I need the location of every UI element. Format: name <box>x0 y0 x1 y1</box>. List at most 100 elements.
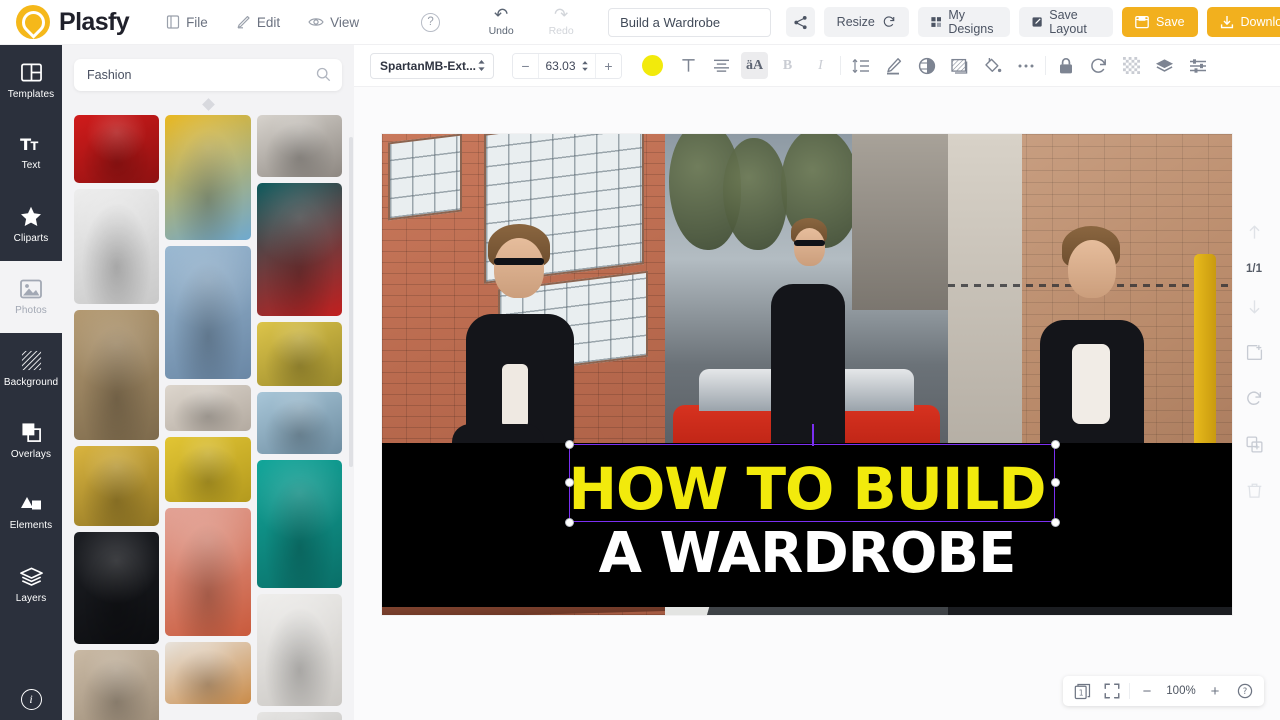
my-designs-button[interactable]: My Designs <box>918 7 1010 37</box>
panel-drag-handle-icon[interactable] <box>202 98 215 111</box>
case-button[interactable]: äA <box>741 52 768 79</box>
more-button[interactable] <box>1012 52 1039 79</box>
sidebar-item-text[interactable]: T T Text <box>0 117 62 189</box>
photo-thumbnail[interactable] <box>165 508 250 636</box>
zoom-in-button[interactable]: + <box>1202 678 1228 704</box>
thumbnail-overlay <box>165 385 250 431</box>
help-icon[interactable]: ? <box>421 13 440 32</box>
photo-thumbnail[interactable] <box>165 437 250 502</box>
photo-thumbnail[interactable] <box>165 385 250 431</box>
fill-button[interactable] <box>979 52 1006 79</box>
reset-button[interactable] <box>1239 383 1269 413</box>
share-button[interactable] <box>786 7 815 37</box>
menu-view[interactable]: View <box>308 15 359 30</box>
move-page-down-button[interactable] <box>1239 291 1269 321</box>
photo-thumbnail[interactable] <box>257 392 342 454</box>
canvas-stage[interactable]: HOW TO BUILD A WARDROBE <box>354 87 1280 720</box>
font-size-increase[interactable]: + <box>596 53 621 79</box>
photo-thumbnail[interactable] <box>257 594 342 706</box>
photo-thumbnail[interactable] <box>257 460 342 588</box>
page-selector-button[interactable]: 1 <box>1069 678 1095 704</box>
font-family-select[interactable]: SpartanMB-Ext... <box>370 53 494 79</box>
photo-thumbnail[interactable] <box>74 650 159 720</box>
font-style-button[interactable] <box>675 52 702 79</box>
text-color-swatch[interactable] <box>642 55 663 76</box>
selection-handle-tl[interactable] <box>565 440 574 449</box>
layer-button[interactable] <box>1151 52 1178 79</box>
selection-handle-bl[interactable] <box>565 518 574 527</box>
photo-thumbnail[interactable] <box>74 310 159 440</box>
menu-file[interactable]: File <box>166 15 208 30</box>
save-layout-label: Save Layout <box>1049 8 1100 36</box>
refresh-icon <box>1246 390 1263 407</box>
menu-edit[interactable]: Edit <box>236 15 280 30</box>
artboard[interactable]: HOW TO BUILD A WARDROBE <box>382 134 1232 615</box>
selection-handle-tr[interactable] <box>1051 440 1060 449</box>
align-center-icon <box>713 58 730 73</box>
transparency-button[interactable] <box>1118 52 1145 79</box>
move-page-up-button[interactable] <box>1239 217 1269 247</box>
photo-thumbnail[interactable] <box>257 322 342 386</box>
sidebar-item-cliparts[interactable]: Cliparts <box>0 189 62 261</box>
font-size-decrease[interactable]: − <box>513 53 538 79</box>
redo-button[interactable]: ↷ Redo <box>540 7 582 37</box>
photo-thumbnail[interactable] <box>74 189 159 304</box>
photo-thumbnail[interactable] <box>257 712 342 720</box>
text-options-toolbar: SpartanMB-Ext... − 63.03 + <box>354 45 1280 87</box>
selection-handle-br[interactable] <box>1051 518 1060 527</box>
model-sunglasses <box>794 240 825 246</box>
photo-thumbnail[interactable] <box>257 115 342 177</box>
brand-logo[interactable]: Plasfy <box>16 5 129 39</box>
zoom-out-button[interactable]: − <box>1134 678 1160 704</box>
sidebar-item-photos[interactable]: Photos <box>0 261 62 333</box>
save-button[interactable]: Save <box>1122 7 1198 37</box>
fit-screen-button[interactable] <box>1099 678 1125 704</box>
pen-button[interactable] <box>880 52 907 79</box>
hatch-icon <box>21 350 42 371</box>
sidebar-label-background: Background <box>4 377 58 388</box>
design-title-input[interactable] <box>608 8 771 37</box>
zoom-help-button[interactable]: ? <box>1232 678 1258 704</box>
search-box[interactable] <box>74 59 342 91</box>
font-size-value-wrap[interactable]: 63.03 <box>538 53 596 79</box>
photo-thumbnail[interactable] <box>165 115 250 240</box>
sidebar-item-layers[interactable]: Layers <box>0 549 62 621</box>
italic-button[interactable]: I <box>807 52 834 79</box>
headline-line-1[interactable]: HOW TO BUILD <box>382 454 1232 524</box>
photo-thumbnail[interactable] <box>165 246 250 379</box>
opacity-button[interactable] <box>913 52 940 79</box>
selection-handle-mr[interactable] <box>1051 478 1060 487</box>
adjust-button[interactable] <box>1184 52 1211 79</box>
line-height-button[interactable] <box>847 52 874 79</box>
selection-handle-ml[interactable] <box>565 478 574 487</box>
photo-thumbnail[interactable] <box>257 183 342 316</box>
duplicate-page-button[interactable] <box>1239 429 1269 459</box>
thumbnail-overlay <box>165 246 250 379</box>
undo-button[interactable]: ↶ Undo <box>480 7 522 37</box>
sidebar-item-overlays[interactable]: Overlays <box>0 405 62 477</box>
sidebar-item-elements[interactable]: Elements <box>0 477 62 549</box>
lock-icon <box>1058 57 1074 75</box>
download-button[interactable]: Download <box>1207 7 1280 37</box>
search-input[interactable] <box>74 59 342 91</box>
align-button[interactable] <box>708 52 735 79</box>
photo-thumbnail[interactable] <box>74 115 159 183</box>
add-page-button[interactable] <box>1239 337 1269 367</box>
sidebar-item-background[interactable]: Background <box>0 333 62 405</box>
save-layout-button[interactable]: Save Layout <box>1019 7 1113 37</box>
delete-page-button[interactable] <box>1239 475 1269 505</box>
italic-icon: I <box>818 58 823 74</box>
search-icon[interactable] <box>316 67 331 82</box>
panel-scrollbar[interactable] <box>349 137 353 467</box>
resize-button[interactable]: Resize <box>824 7 909 37</box>
sidebar-item-templates[interactable]: Templates <box>0 45 62 117</box>
headline-line-2[interactable]: A WARDROBE <box>382 520 1232 588</box>
photo-thumbnail[interactable] <box>74 532 159 644</box>
shadow-button[interactable] <box>946 52 973 79</box>
lock-button[interactable] <box>1052 52 1079 79</box>
info-button[interactable]: i <box>0 689 62 710</box>
rotate-button[interactable] <box>1085 52 1112 79</box>
photo-thumbnail[interactable] <box>74 446 159 526</box>
photo-thumbnail[interactable] <box>165 642 250 704</box>
bold-button[interactable]: B <box>774 52 801 79</box>
